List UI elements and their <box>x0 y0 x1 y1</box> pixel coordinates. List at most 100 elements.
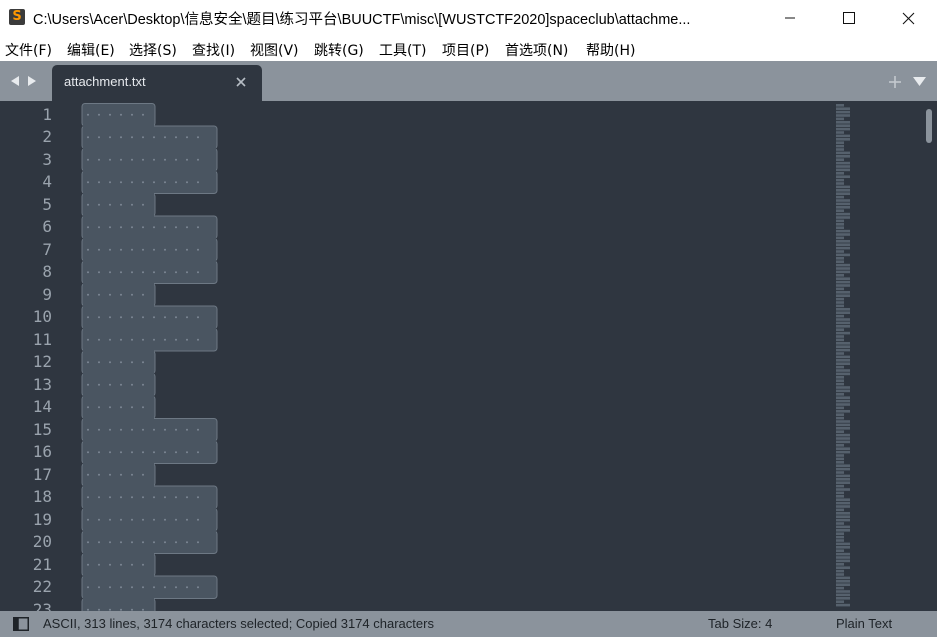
whitespace-dot <box>175 496 177 499</box>
menu-project[interactable]: 项目(P) <box>442 40 489 60</box>
minimap-line <box>836 440 850 444</box>
minimize-button[interactable] <box>761 0 819 36</box>
whitespace-dot <box>87 181 89 184</box>
minimap-line <box>836 355 850 359</box>
minimap-line <box>836 321 850 325</box>
menu-find[interactable]: 查找(I) <box>192 40 235 60</box>
whitespace-dot <box>109 203 111 206</box>
whitespace-dot <box>120 158 122 161</box>
minimap-line <box>836 233 850 236</box>
minimap-line <box>836 512 850 515</box>
menu-edit[interactable]: 编辑(E) <box>67 40 115 60</box>
new-tab-plus-icon[interactable] <box>888 75 902 89</box>
whitespace-dot <box>109 518 111 521</box>
whitespace-dot <box>98 136 100 139</box>
menu-preferences[interactable]: 首选项(N) <box>505 40 568 60</box>
whitespace-dot <box>153 158 155 161</box>
whitespace-dot <box>120 271 122 274</box>
scrollbar-thumb[interactable] <box>926 109 932 143</box>
whitespace-dot <box>87 586 89 589</box>
minimap-line <box>836 372 850 376</box>
whitespace-dot <box>186 158 188 161</box>
whitespace-dot <box>186 316 188 319</box>
selection-seam <box>83 394 154 398</box>
whitespace-dot <box>142 316 144 319</box>
whitespace-dot <box>197 316 199 319</box>
minimap-line <box>836 580 850 583</box>
minimap-line <box>836 593 850 597</box>
whitespace-dot <box>87 451 89 454</box>
whitespace-dot <box>186 181 188 184</box>
menu-help[interactable]: 帮助(H) <box>586 40 635 60</box>
whitespace-dot <box>131 158 133 161</box>
selected-line <box>81 215 218 239</box>
minimap-line <box>836 199 850 202</box>
minimap-line <box>836 178 844 182</box>
minimap-line <box>836 212 850 216</box>
menu-file[interactable]: 文件(F) <box>5 40 52 60</box>
whitespace-dot <box>164 586 166 589</box>
minimap-line <box>836 107 850 110</box>
menu-goto[interactable]: 跳转(G) <box>314 40 364 60</box>
close-button[interactable] <box>879 0 937 36</box>
menu-selection[interactable]: 选择(S) <box>129 40 177 60</box>
vertical-scrollbar[interactable] <box>920 101 937 611</box>
minimap-line <box>836 253 850 257</box>
minimap-line <box>836 151 850 155</box>
menu-tools[interactable]: 工具(T) <box>379 40 426 60</box>
minimap-line <box>836 491 844 495</box>
whitespace-dot <box>109 293 111 296</box>
minimap-line <box>836 437 850 440</box>
side-panel-toggle-icon[interactable] <box>13 617 29 631</box>
minimap-line <box>836 413 844 416</box>
whitespace-dot <box>142 136 144 139</box>
whitespace-dot <box>87 248 89 251</box>
whitespace-dot <box>131 271 133 274</box>
minimap-line <box>836 559 850 563</box>
minimap[interactable] <box>835 101 855 611</box>
tab-back-arrow-icon[interactable] <box>9 75 21 87</box>
whitespace-dot <box>98 248 100 251</box>
maximize-button[interactable] <box>820 0 878 36</box>
selected-line <box>81 575 218 599</box>
selection-seam <box>83 372 154 375</box>
whitespace-dot <box>98 586 100 589</box>
whitespace-dot <box>153 271 155 274</box>
minimap-line <box>836 362 850 365</box>
whitespace-dot <box>131 541 133 544</box>
whitespace-dot <box>164 338 166 341</box>
selection-seam <box>83 124 154 128</box>
minimap-line <box>836 240 850 243</box>
minimap-line <box>836 546 850 549</box>
minimap-line <box>836 430 844 433</box>
minimap-line <box>836 206 850 209</box>
whitespace-dot <box>87 293 89 296</box>
tab-size-indicator[interactable]: Tab Size: 4 <box>708 616 772 631</box>
tab-attachment[interactable]: attachment.txt <box>52 65 262 101</box>
minimap-line <box>836 359 850 362</box>
whitespace-dot <box>175 248 177 251</box>
whitespace-dot <box>175 316 177 319</box>
syntax-selector[interactable]: Plain Text <box>836 616 892 631</box>
minimap-line <box>836 410 850 413</box>
whitespace-dot <box>98 383 100 386</box>
menu-view[interactable]: 视图(V) <box>250 40 299 60</box>
selected-line <box>81 440 218 464</box>
editor-area[interactable]: 1 2 3 4 5 6 7 8 9 10 11 12 13 14 15 16 17 18 19 20 21 22 23 <box>0 101 937 611</box>
minimap-line <box>836 124 850 127</box>
minimap-line <box>836 508 844 512</box>
whitespace-dot <box>186 136 188 139</box>
tab-close-icon[interactable] <box>236 77 246 87</box>
minimap-line <box>836 498 850 501</box>
tab-list-dropdown-icon[interactable] <box>913 76 926 87</box>
whitespace-dot <box>186 271 188 274</box>
whitespace-dot <box>131 473 133 476</box>
whitespace-dot <box>131 428 133 431</box>
whitespace-dot <box>120 473 122 476</box>
minimap-line <box>836 301 844 304</box>
whitespace-dot <box>120 383 122 386</box>
tab-forward-arrow-icon[interactable] <box>26 75 38 87</box>
minimap-line <box>836 552 850 556</box>
selection-seam <box>83 169 216 173</box>
minimap-line <box>836 335 844 338</box>
